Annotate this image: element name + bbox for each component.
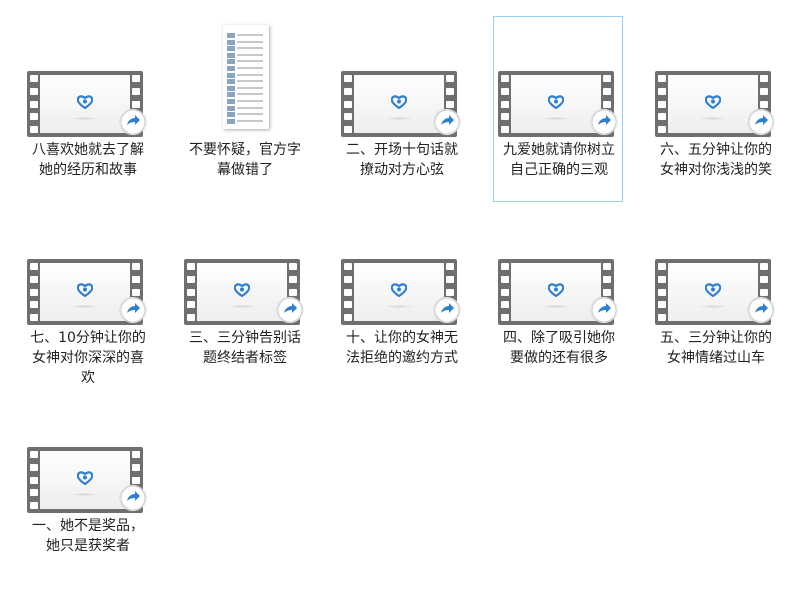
shortcut-arrow-icon xyxy=(277,297,303,323)
file-thumbnail[interactable] xyxy=(180,205,310,325)
file-thumbnail[interactable] xyxy=(337,205,467,325)
file-thumbnail[interactable] xyxy=(180,17,310,137)
shortcut-arrow-icon xyxy=(120,485,146,511)
player-logo-icon xyxy=(548,283,564,297)
file-name-label[interactable]: 二、开场十句话就撩动对方心弦 xyxy=(337,140,467,180)
file-name-label[interactable]: 三、三分钟告别话题终结者标签 xyxy=(180,328,310,368)
file-thumbnail[interactable] xyxy=(23,205,153,325)
file-name-label[interactable]: 四、除了吸引她你要做的还有很多 xyxy=(494,328,624,368)
file-item-video[interactable]: 五、三分钟让你的女神情绪过山车 xyxy=(650,204,780,369)
player-logo-icon xyxy=(234,283,250,297)
file-item-video[interactable]: 四、除了吸引她你要做的还有很多 xyxy=(493,204,623,369)
file-thumbnail[interactable] xyxy=(651,205,781,325)
file-name-label[interactable]: 五、三分钟让你的女神情绪过山车 xyxy=(651,328,781,368)
file-name-label[interactable]: 六、五分钟让你的女神对你浅浅的笑 xyxy=(651,140,781,180)
shortcut-arrow-icon xyxy=(748,297,774,323)
shortcut-arrow-icon xyxy=(120,297,146,323)
file-item-document[interactable]: 不要怀疑，官方字幕做错了 xyxy=(179,16,309,181)
file-item-video[interactable]: 三、三分钟告别话题终结者标签 xyxy=(179,204,309,369)
shortcut-arrow-icon xyxy=(748,109,774,135)
file-item-video[interactable]: 六、五分钟让你的女神对你浅浅的笑 xyxy=(650,16,780,181)
file-name-label[interactable]: 十、让你的女神无法拒绝的邀约方式 xyxy=(337,328,467,368)
shortcut-arrow-icon xyxy=(434,297,460,323)
file-item-video[interactable]: 八喜欢她就去了解她的经历和故事 xyxy=(22,16,152,181)
player-logo-icon xyxy=(77,471,93,485)
file-item-video[interactable]: 七、10分钟让你的女神对你深深的喜欢 xyxy=(22,204,152,389)
file-name-label[interactable]: 八喜欢她就去了解她的经历和故事 xyxy=(23,140,153,180)
shortcut-arrow-icon xyxy=(120,109,146,135)
file-thumbnail[interactable] xyxy=(651,17,781,137)
file-thumbnail[interactable] xyxy=(23,393,153,513)
document-thumbnail xyxy=(223,25,269,129)
file-name-label[interactable]: 九爱她就请你树立自己正确的三观 xyxy=(494,140,624,180)
file-name-label[interactable]: 七、10分钟让你的女神对你深深的喜欢 xyxy=(23,328,153,388)
file-item-video[interactable]: 九爱她就请你树立自己正确的三观 xyxy=(493,16,623,202)
player-logo-icon xyxy=(391,283,407,297)
player-logo-icon xyxy=(77,95,93,109)
shortcut-arrow-icon xyxy=(591,109,617,135)
player-logo-icon xyxy=(548,95,564,109)
file-item-video[interactable]: 十、让你的女神无法拒绝的邀约方式 xyxy=(336,204,466,369)
file-thumbnail[interactable] xyxy=(337,17,467,137)
player-logo-icon xyxy=(391,95,407,109)
shortcut-arrow-icon xyxy=(434,109,460,135)
file-thumbnail[interactable] xyxy=(494,205,624,325)
file-name-label[interactable]: 一、她不是奖品，她只是获奖者 xyxy=(23,516,153,556)
file-name-label[interactable]: 不要怀疑，官方字幕做错了 xyxy=(180,140,310,180)
file-grid: 八喜欢她就去了解她的经历和故事 不要怀疑，官方字幕做错了 二、开场十句话就撩动对方… xyxy=(0,0,796,613)
player-logo-icon xyxy=(705,283,721,297)
shortcut-arrow-icon xyxy=(591,297,617,323)
player-logo-icon xyxy=(77,283,93,297)
player-logo-icon xyxy=(705,95,721,109)
file-item-video[interactable]: 一、她不是奖品，她只是获奖者 xyxy=(22,392,152,557)
file-item-video[interactable]: 二、开场十句话就撩动对方心弦 xyxy=(336,16,466,181)
file-thumbnail[interactable] xyxy=(494,17,624,137)
file-thumbnail[interactable] xyxy=(23,17,153,137)
